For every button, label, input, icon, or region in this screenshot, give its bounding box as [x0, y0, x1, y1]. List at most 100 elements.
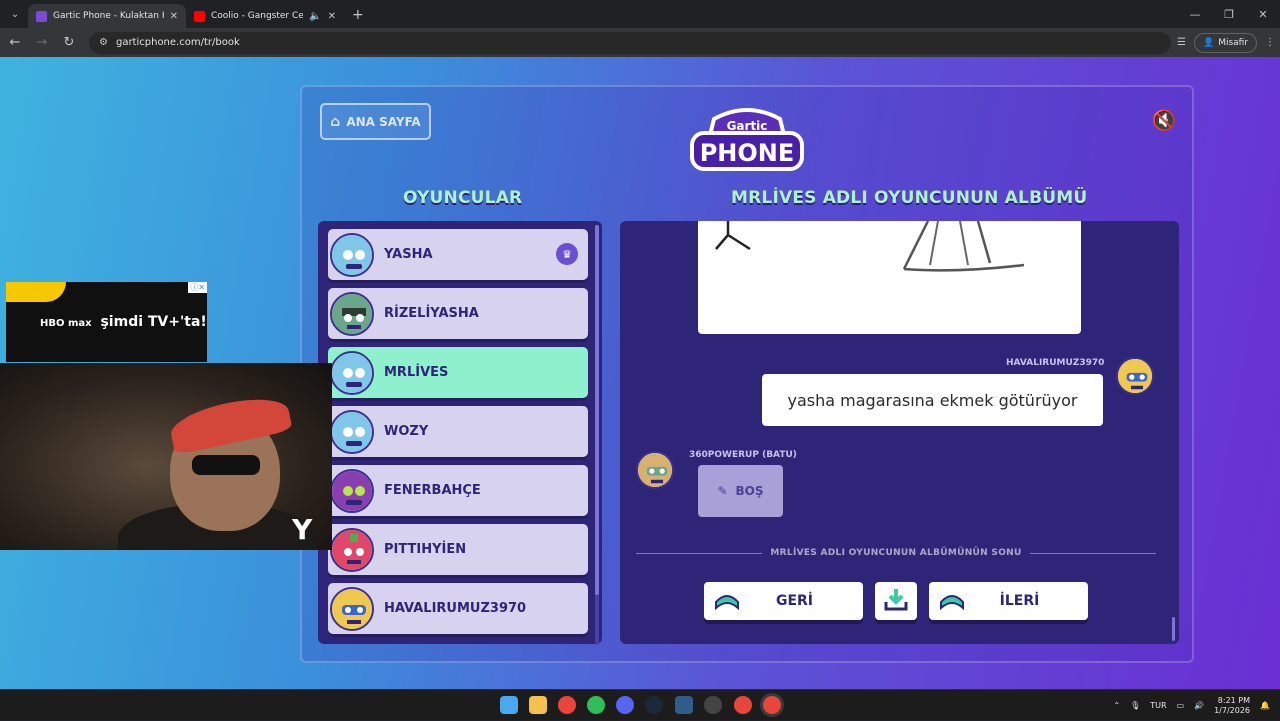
player-name: HAVALIRUMUZ3970	[384, 601, 527, 616]
notification-bell-icon[interactable]: 🔔	[1260, 701, 1270, 710]
pen-icon: ✎	[717, 484, 728, 498]
file-explorer-icon[interactable]	[529, 696, 547, 714]
album-end-text: MRLİVES ADLI OYUNCUNUN ALBÜMÜNÜN SONU	[770, 548, 1022, 558]
author-avatar	[1116, 357, 1154, 395]
webcam-overlay: Y	[0, 363, 332, 550]
player-avatar	[330, 351, 374, 395]
gartic-favicon-icon	[36, 10, 47, 22]
back-label: GERİ	[775, 593, 814, 609]
back-curved-arrow-icon	[712, 588, 742, 614]
players-scrollbar[interactable]	[595, 225, 599, 645]
microphone-icon[interactable]: 🎙	[1130, 701, 1140, 710]
clock[interactable]: 8:21 PM 1/7/2026	[1214, 696, 1250, 716]
player-item[interactable]: FENERBAHÇE	[328, 465, 588, 516]
menu-kebab-icon[interactable]: ⋮	[1265, 37, 1275, 48]
players-list: YASHA ♛ RİZELİYASHA MRLİVES WOZY FENERBA…	[318, 221, 602, 644]
site-info-icon[interactable]: ⚙	[99, 37, 108, 48]
player-name: WOZY	[384, 424, 429, 439]
mute-speaker-icon[interactable]: 🔇	[1148, 107, 1180, 133]
windows-taskbar: ⌃ 🎙 TUR ▭ 🔊 8:21 PM 1/7/2026 🔔	[0, 689, 1280, 720]
player-avatar	[330, 410, 374, 454]
player-avatar	[330, 469, 374, 513]
chrome-icon[interactable]	[558, 696, 576, 714]
restore-icon[interactable]: ❐	[1212, 0, 1246, 28]
back-button[interactable]: GERİ	[704, 582, 863, 620]
album-end-divider: MRLİVES ADLI OYUNCUNUN ALBÜMÜNÜN SONU	[636, 547, 1157, 559]
new-tab-button[interactable]: +	[352, 7, 364, 23]
tray-chevron-icon[interactable]: ⌃	[1113, 701, 1120, 710]
gartic-page: ⌂ ANA SAYFA Gartic PHONE 🔇 OYUNCULAR MRL…	[0, 57, 1280, 689]
player-name: FENERBAHÇE	[384, 483, 481, 498]
player-item[interactable]: MRLİVES	[328, 347, 588, 398]
entry-author: 360POWERUP (BATU)	[689, 450, 797, 460]
download-icon	[883, 586, 909, 616]
youtube-favicon-icon	[194, 10, 205, 22]
ad-info-icon[interactable]: ⓘ✕	[188, 282, 207, 293]
home-label: ANA SAYFA	[346, 114, 421, 129]
crown-icon: ♛	[556, 243, 578, 265]
tab-search-chevron-icon[interactable]: ⌄	[4, 4, 26, 24]
profile-button[interactable]: 👤 Misafir	[1193, 32, 1258, 53]
clock-time: 8:21 PM	[1217, 695, 1251, 705]
network-icon[interactable]: ▭	[1177, 701, 1185, 710]
close-icon[interactable]: ✕	[328, 11, 336, 22]
tab-title: Gartic Phone - Kulaktan Kulağa	[53, 11, 164, 21]
close-window-icon[interactable]: ✕	[1246, 0, 1280, 28]
album-scrollbar[interactable]	[1172, 617, 1175, 641]
close-icon[interactable]: ✕	[170, 11, 178, 22]
reload-icon[interactable]: ↻	[57, 31, 81, 55]
entry-author: HAVALIRUMUZ3970	[1006, 358, 1105, 368]
ad-banner[interactable]: HBO max şimdi TV+'ta! ⓘ✕	[6, 282, 207, 362]
whatsapp-icon[interactable]	[587, 696, 605, 714]
start-icon[interactable]	[500, 696, 518, 714]
empty-label: BOŞ	[735, 484, 764, 498]
url-text: garticphone.com/tr/book	[115, 37, 240, 48]
player-item[interactable]: YASHA ♛	[328, 229, 588, 280]
address-bar[interactable]: ⚙ garticphone.com/tr/book	[89, 31, 1171, 54]
reading-list-icon[interactable]: ☰	[1177, 37, 1186, 48]
player-avatar	[330, 528, 374, 572]
chrome-active-icon[interactable]	[763, 696, 781, 714]
player-item[interactable]: HAVALIRUMUZ3970	[328, 583, 588, 634]
author-avatar	[636, 451, 674, 489]
clock-date: 1/7/2026	[1214, 705, 1251, 715]
speaker-icon[interactable]: 🔈	[309, 11, 321, 22]
tab-youtube[interactable]: Coolio - Gangster Cenneti 🔈 ✕	[186, 4, 344, 28]
browser-tab-bar: ⌄ Gartic Phone - Kulaktan Kulağa ✕ Cooli…	[0, 0, 1280, 28]
logo-top-text: Gartic	[727, 119, 768, 133]
player-name: YASHA	[384, 247, 433, 262]
gartic-phone-logo: Gartic PHONE	[690, 108, 804, 171]
ad-slogan: şimdi TV+'ta!	[100, 314, 207, 330]
player-item[interactable]: RİZELİYASHA	[328, 288, 588, 339]
minimize-icon[interactable]: —	[1178, 0, 1212, 28]
tab-title: Coolio - Gangster Cenneti	[211, 11, 304, 21]
player-item[interactable]: PITTIHYİEN	[328, 524, 588, 575]
discord-icon[interactable]	[616, 696, 634, 714]
next-curved-arrow-icon	[937, 588, 967, 614]
player-drawing	[698, 221, 1081, 334]
album-title: MRLİVES ADLI OYUNCUNUN ALBÜMÜ	[731, 188, 1088, 208]
player-avatar	[330, 587, 374, 631]
player-name: RİZELİYASHA	[384, 306, 479, 321]
browser-toolbar: ← → ↻ ⚙ garticphone.com/tr/book ☰ 👤 Misa…	[0, 28, 1280, 57]
settings-app-icon[interactable]	[675, 696, 693, 714]
obs-icon[interactable]	[704, 696, 722, 714]
home-icon: ⌂	[330, 113, 341, 130]
tab-gartic[interactable]: Gartic Phone - Kulaktan Kulağa ✕	[28, 4, 186, 28]
player-name: PITTIHYİEN	[384, 542, 467, 557]
back-arrow-icon[interactable]: ←	[3, 31, 27, 55]
ad-text: HBO max şimdi TV+'ta!	[40, 314, 207, 330]
next-button[interactable]: İLERİ	[929, 582, 1088, 620]
language-indicator[interactable]: TUR	[1150, 701, 1166, 710]
home-button[interactable]: ⌂ ANA SAYFA	[320, 103, 431, 140]
player-item[interactable]: WOZY	[328, 406, 588, 457]
logo-bottom-text: PHONE	[700, 139, 795, 167]
chrome-profile-icon[interactable]	[734, 696, 752, 714]
volume-icon[interactable]: 🔊	[1194, 701, 1204, 710]
forward-arrow-icon[interactable]: →	[30, 31, 54, 55]
guest-label: Misafir	[1218, 37, 1249, 48]
next-label: İLERİ	[999, 593, 1040, 609]
album-panel: HAVALIRUMUZ3970 yasha magarasına ekmek g…	[620, 221, 1179, 644]
steam-icon[interactable]	[645, 696, 663, 714]
download-button[interactable]	[875, 582, 917, 620]
